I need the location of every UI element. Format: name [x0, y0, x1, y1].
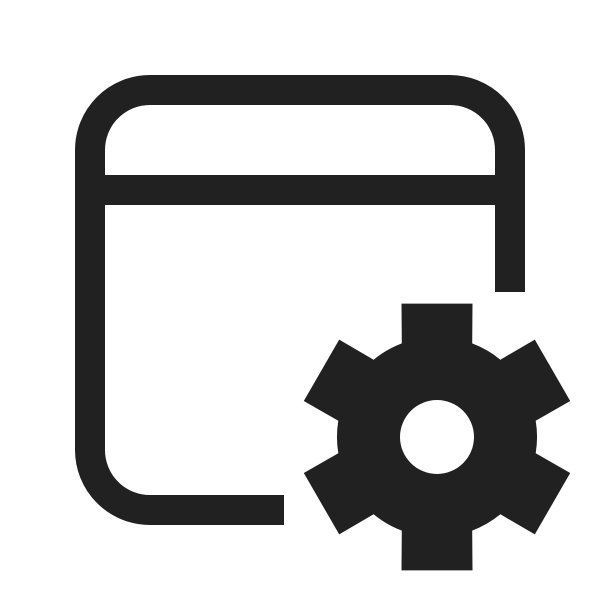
window-frame-icon — [75, 75, 525, 525]
window-settings-icon — [75, 75, 571, 571]
icon-canvas — [0, 0, 600, 600]
gear-icon — [303, 303, 571, 571]
